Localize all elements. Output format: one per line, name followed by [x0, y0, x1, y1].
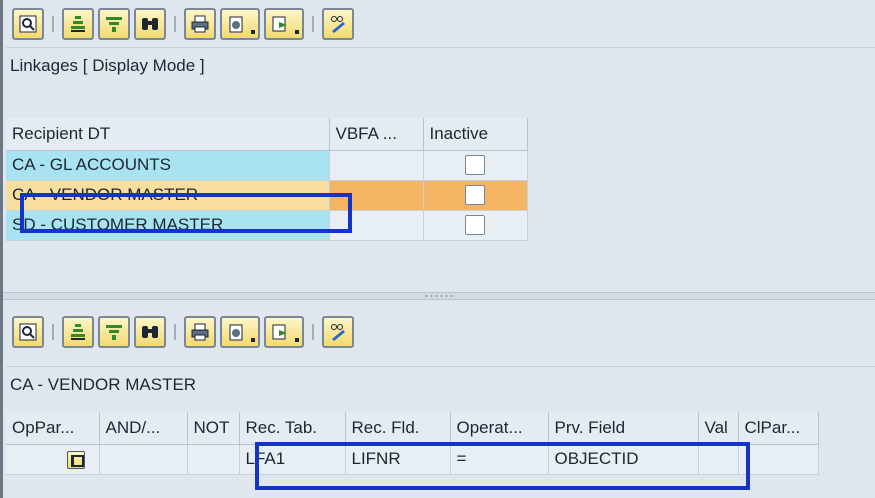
rec-tab-cell[interactable]: LFA1	[239, 444, 346, 475]
edit-icon[interactable]	[322, 316, 354, 348]
find-icon[interactable]	[134, 316, 166, 348]
table-row[interactable]: LFA1 LIFNR = OBJECTID	[6, 444, 819, 475]
column-header[interactable]: VBFA ...	[329, 118, 424, 151]
oppar-cell	[6, 444, 100, 475]
toolbar-separator	[312, 16, 314, 32]
sort-ascending-icon[interactable]	[62, 8, 94, 40]
toolbar-separator	[52, 324, 54, 340]
column-header[interactable]: Val	[698, 412, 739, 445]
conditions-table: OpPar... AND/... NOT Rec. Tab. Rec. Fld.…	[6, 412, 819, 475]
inactive-cell	[423, 150, 528, 181]
filter-icon[interactable]	[98, 316, 130, 348]
column-header[interactable]: ClPar...	[738, 412, 819, 445]
inactive-checkbox[interactable]	[465, 185, 485, 206]
table-row[interactable]: SD - CUSTOMER MASTER	[6, 210, 528, 241]
vbfa-cell[interactable]	[329, 210, 424, 241]
column-header[interactable]: Recipient DT	[6, 118, 330, 151]
layout-icon[interactable]	[264, 316, 304, 348]
linkages-title: Linkages [ Display Mode ]	[6, 47, 875, 83]
inactive-cell	[423, 180, 528, 211]
toolbar-separator	[174, 324, 176, 340]
sort-ascending-icon[interactable]	[62, 316, 94, 348]
column-header[interactable]: NOT	[187, 412, 240, 445]
operator-cell[interactable]: =	[450, 444, 549, 475]
column-header[interactable]: Rec. Fld.	[345, 412, 451, 445]
column-header[interactable]: AND/...	[99, 412, 188, 445]
filter-icon[interactable]	[98, 8, 130, 40]
column-header[interactable]: OpPar...	[6, 412, 100, 445]
print-icon[interactable]	[184, 8, 216, 40]
toolbar-separator	[312, 324, 314, 340]
inactive-checkbox[interactable]	[465, 215, 485, 236]
and-cell[interactable]	[99, 444, 188, 475]
dropdown-marker	[295, 338, 299, 342]
vbfa-cell[interactable]	[329, 180, 424, 211]
details-icon[interactable]	[12, 316, 44, 348]
column-header[interactable]: Operat...	[450, 412, 549, 445]
find-icon[interactable]	[134, 8, 166, 40]
not-cell[interactable]	[187, 444, 240, 475]
recipient-cell[interactable]: SD - CUSTOMER MASTER	[6, 210, 330, 241]
recipient-cell[interactable]: CA - GL ACCOUNTS	[6, 150, 330, 181]
toolbar-separator	[52, 16, 54, 32]
linkages-table: Recipient DT VBFA ... Inactive CA - GL A…	[6, 118, 528, 241]
value-help-icon[interactable]	[66, 450, 85, 469]
inactive-cell	[423, 210, 528, 241]
vbfa-cell[interactable]	[329, 150, 424, 181]
table-row[interactable]: CA - GL ACCOUNTS	[6, 150, 528, 181]
inactive-checkbox[interactable]	[465, 155, 485, 176]
export-icon[interactable]	[220, 316, 260, 348]
dropdown-marker	[251, 30, 255, 34]
table-row[interactable]: CA - VENDOR MASTER	[6, 180, 528, 211]
bottom-toolbar	[6, 316, 875, 352]
column-header[interactable]: Inactive	[423, 118, 528, 151]
column-header[interactable]: Rec. Tab.	[239, 412, 346, 445]
val-cell[interactable]	[698, 444, 739, 475]
column-header[interactable]: Prv. Field	[548, 412, 699, 445]
toolbar-separator	[174, 16, 176, 32]
dropdown-marker	[251, 338, 255, 342]
export-icon[interactable]	[220, 8, 260, 40]
print-icon[interactable]	[184, 316, 216, 348]
splitter-grip	[424, 294, 454, 298]
dropdown-marker	[295, 30, 299, 34]
layout-icon[interactable]	[264, 8, 304, 40]
linkages-pane: Linkages [ Display Mode ] Recipient DT V…	[3, 0, 875, 292]
pane-splitter[interactable]	[3, 292, 875, 300]
rec-fld-cell[interactable]: LIFNR	[345, 444, 451, 475]
conditions-title: CA - VENDOR MASTER	[6, 366, 875, 402]
edit-icon[interactable]	[322, 8, 354, 40]
prv-field-cell[interactable]: OBJECTID	[548, 444, 699, 475]
details-icon[interactable]	[12, 8, 44, 40]
clpar-cell[interactable]	[738, 444, 819, 475]
conditions-pane: CA - VENDOR MASTER OpPar... AND/... NOT …	[3, 300, 875, 498]
recipient-cell[interactable]: CA - VENDOR MASTER	[6, 180, 330, 211]
top-toolbar	[6, 8, 875, 44]
